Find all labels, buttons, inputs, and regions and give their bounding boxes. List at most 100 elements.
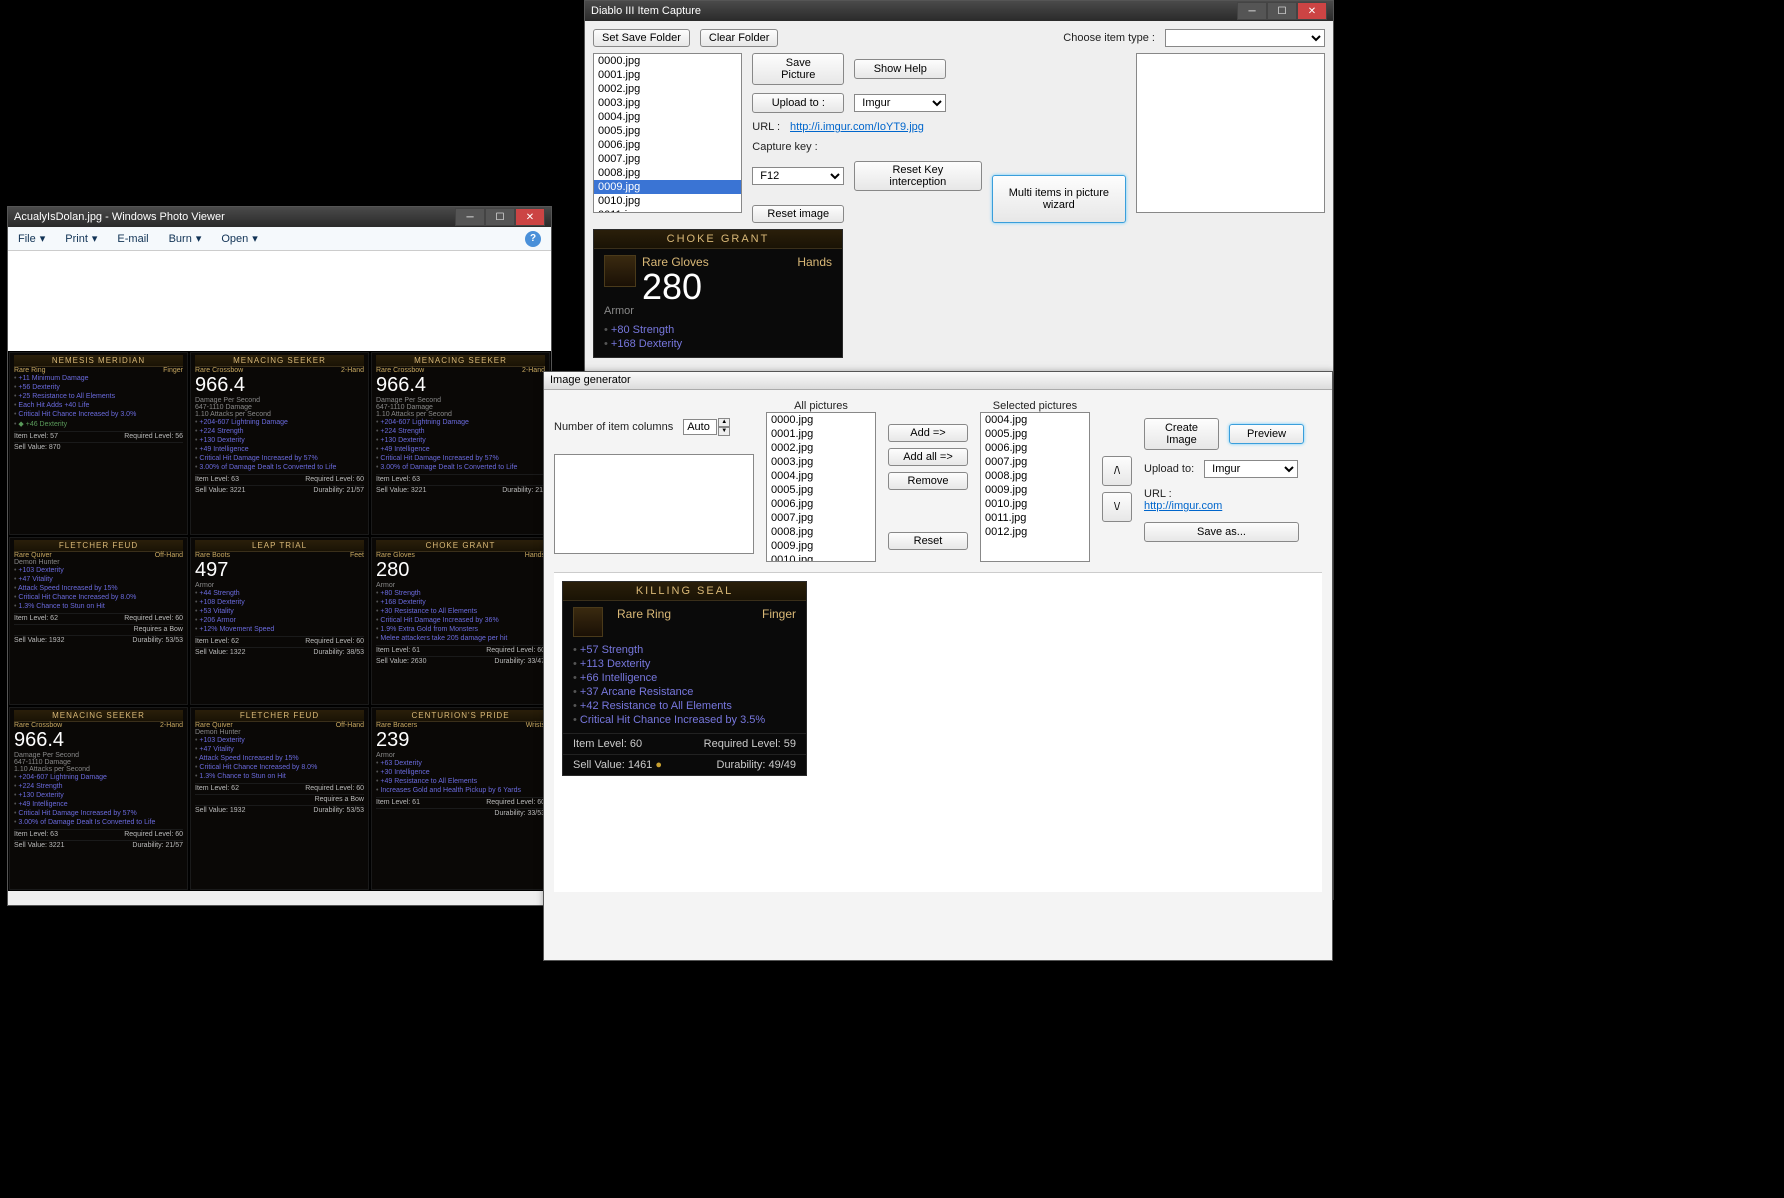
menu-file[interactable]: File ▾ — [18, 232, 45, 245]
show-help-button[interactable]: Show Help — [854, 59, 946, 79]
add-all-button[interactable]: Add all => — [888, 448, 968, 466]
menu-print[interactable]: Print ▾ — [65, 232, 97, 245]
item-slot: Hands — [797, 255, 832, 269]
ig-url-label: URL : — [1144, 488, 1172, 500]
list-item[interactable]: 0000.jpg — [767, 413, 875, 427]
required-level: Required Level: 59 — [704, 738, 796, 750]
affix: Critical Hit Chance Increased by 3.5% — [573, 713, 796, 727]
ig-url-link[interactable]: http://imgur.com — [1144, 500, 1222, 512]
upload-to-button[interactable]: Upload to : — [752, 93, 844, 113]
file-list[interactable]: 0000.jpg0001.jpg0002.jpg0003.jpg0004.jpg… — [593, 53, 742, 213]
file-list-item[interactable]: 0002.jpg — [594, 82, 741, 96]
minimize-button[interactable]: ─ — [455, 208, 485, 226]
list-item[interactable]: 0008.jpg — [981, 469, 1089, 483]
list-item[interactable]: 0010.jpg — [981, 497, 1089, 511]
maximize-button[interactable]: ☐ — [485, 208, 515, 226]
ig-upload-service-select[interactable]: Imgur — [1204, 460, 1298, 478]
list-item[interactable]: 0006.jpg — [767, 497, 875, 511]
url-link[interactable]: http://i.imgur.com/IoYT9.jpg — [790, 121, 924, 133]
close-button[interactable]: ✕ — [515, 208, 545, 226]
close-button[interactable]: ✕ — [1297, 2, 1327, 20]
reset-key-button[interactable]: Reset Key interception — [854, 161, 982, 191]
grid-item: MENACING SEEKERRare Crossbow2-Hand966.4D… — [190, 352, 369, 535]
file-list-item[interactable]: 0000.jpg — [594, 54, 741, 68]
list-item[interactable]: 0005.jpg — [767, 483, 875, 497]
file-list-item[interactable]: 0004.jpg — [594, 110, 741, 124]
menu-burn[interactable]: Burn ▾ — [169, 232, 202, 245]
num-cols-input[interactable] — [683, 419, 717, 435]
item-capture-preview-pane — [1136, 53, 1325, 213]
list-item[interactable]: 0005.jpg — [981, 427, 1089, 441]
file-list-item[interactable]: 0011.jpg — [594, 208, 741, 213]
list-item[interactable]: 0012.jpg — [981, 525, 1089, 539]
list-item[interactable]: 0004.jpg — [981, 413, 1089, 427]
move-up-button[interactable]: /\ — [1102, 456, 1132, 486]
selected-pics-label: Selected pictures — [980, 400, 1090, 412]
minimize-button[interactable]: ─ — [1237, 2, 1267, 20]
list-item[interactable]: 0004.jpg — [767, 469, 875, 483]
file-list-item[interactable]: 0001.jpg — [594, 68, 741, 82]
list-item[interactable]: 0001.jpg — [767, 427, 875, 441]
grid-item: MENACING SEEKERRare Crossbow2-Hand966.4D… — [371, 352, 550, 535]
image-generator-titlebar[interactable]: Image generator — [544, 372, 1332, 390]
capture-key-label: Capture key : — [752, 141, 982, 153]
selected-pictures-list[interactable]: 0004.jpg0005.jpg0006.jpg0007.jpg0008.jpg… — [980, 412, 1090, 562]
clear-folder-button[interactable]: Clear Folder — [700, 29, 779, 47]
menu-open[interactable]: Open ▾ — [221, 232, 257, 245]
list-item[interactable]: 0009.jpg — [981, 483, 1089, 497]
upload-service-select[interactable]: Imgur — [854, 94, 946, 112]
file-list-item[interactable]: 0005.jpg — [594, 124, 741, 138]
upload-to-label: Upload to: — [1144, 463, 1194, 475]
file-list-item[interactable]: 0009.jpg — [594, 180, 741, 194]
list-item[interactable]: 0010.jpg — [767, 553, 875, 562]
file-list-item[interactable]: 0006.jpg — [594, 138, 741, 152]
file-list-item[interactable]: 0003.jpg — [594, 96, 741, 110]
multi-wizard-button[interactable]: Multi items in picture wizard — [992, 175, 1126, 223]
list-item[interactable]: 0008.jpg — [767, 525, 875, 539]
add-button[interactable]: Add => — [888, 424, 968, 442]
set-save-folder-button[interactable]: Set Save Folder — [593, 29, 690, 47]
file-list-item[interactable]: 0007.jpg — [594, 152, 741, 166]
list-item[interactable]: 0002.jpg — [767, 441, 875, 455]
num-cols-label: Number of item columns — [554, 421, 673, 433]
item-capture-titlebar[interactable]: Diablo III Item Capture ─ ☐ ✕ — [585, 1, 1333, 21]
spinner-up[interactable]: ▲ — [718, 418, 730, 427]
affix: +80 Strength — [604, 323, 832, 337]
photo-viewer-titlebar[interactable]: AcualyIsDolan.jpg - Windows Photo Viewer… — [8, 207, 551, 227]
file-list-item[interactable]: 0010.jpg — [594, 194, 741, 208]
create-image-button[interactable]: Create Image — [1144, 418, 1219, 450]
move-down-button[interactable]: \/ — [1102, 492, 1132, 522]
preview-button[interactable]: Preview — [1229, 424, 1304, 444]
file-list-item[interactable]: 0008.jpg — [594, 166, 741, 180]
list-item[interactable]: 0009.jpg — [767, 539, 875, 553]
list-item[interactable]: 0007.jpg — [767, 511, 875, 525]
item-name: KILLING SEAL — [563, 582, 806, 601]
reset-button[interactable]: Reset — [888, 532, 968, 550]
grid-item: LEAP TRIALRare BootsFeet497Armor+44 Stre… — [190, 537, 369, 706]
menu-email[interactable]: E-mail — [117, 233, 148, 245]
list-item[interactable]: 0003.jpg — [767, 455, 875, 469]
help-icon[interactable]: ? — [525, 231, 541, 247]
item-type: Rare Ring — [617, 607, 671, 621]
choose-type-select[interactable] — [1165, 29, 1325, 47]
save-picture-button[interactable]: Save Picture — [752, 53, 844, 85]
photo-viewer-title: AcualyIsDolan.jpg - Windows Photo Viewer — [14, 211, 455, 223]
item-capture-title: Diablo III Item Capture — [591, 5, 1237, 17]
capture-key-select[interactable]: F12 — [752, 167, 844, 185]
durability: Durability: 49/49 — [717, 759, 797, 771]
all-pictures-list[interactable]: 0000.jpg0001.jpg0002.jpg0003.jpg0004.jpg… — [766, 412, 876, 562]
grid-item: CHOKE GRANTRare GlovesHands280Armor+80 S… — [371, 537, 550, 706]
list-item[interactable]: 0011.jpg — [981, 511, 1089, 525]
remove-button[interactable]: Remove — [888, 472, 968, 490]
reset-image-button[interactable]: Reset image — [752, 205, 844, 223]
maximize-button[interactable]: ☐ — [1267, 2, 1297, 20]
list-item[interactable]: 0007.jpg — [981, 455, 1089, 469]
url-label: URL : — [752, 121, 780, 133]
grid-item: FLETCHER FEUDRare QuiverOff-HandDemon Hu… — [9, 537, 188, 706]
spinner-down[interactable]: ▼ — [718, 427, 730, 436]
affix: +57 Strength — [573, 643, 796, 657]
grid-item: FLETCHER FEUDRare QuiverOff-HandDemon Hu… — [190, 707, 369, 890]
list-item[interactable]: 0006.jpg — [981, 441, 1089, 455]
save-as-button[interactable]: Save as... — [1144, 522, 1299, 542]
choose-type-label: Choose item type : — [1063, 32, 1155, 44]
